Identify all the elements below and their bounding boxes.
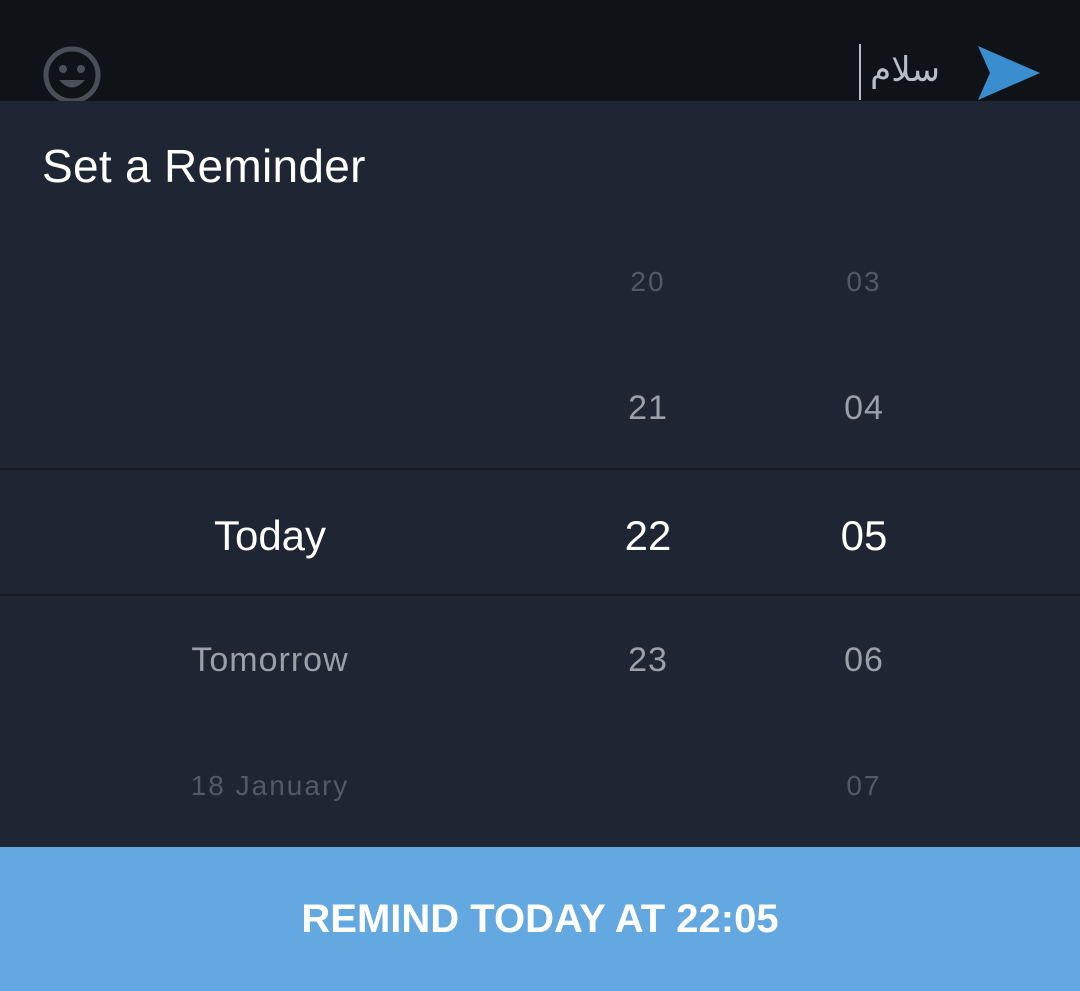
send-arrow-icon[interactable] [976, 44, 1042, 102]
text-caret [859, 44, 861, 100]
day-option[interactable]: Tomorrow [191, 641, 348, 680]
smiley-face-icon[interactable] [42, 45, 102, 105]
hour-option[interactable]: 20 [630, 266, 665, 298]
message-input[interactable]: سلام [620, 40, 940, 100]
day-option-selected[interactable]: Today [214, 512, 326, 560]
minute-option-selected[interactable]: 05 [841, 512, 888, 560]
hour-option[interactable]: 23 [628, 641, 668, 680]
day-option[interactable]: 18 January [191, 770, 350, 802]
hour-option[interactable]: 21 [628, 389, 668, 428]
minute-option[interactable]: 03 [846, 266, 881, 298]
minute-option[interactable]: 07 [846, 770, 881, 802]
sheet-title: Set a Reminder [42, 140, 366, 192]
remind-confirm-button[interactable]: REMIND TODAY AT 22:05 [0, 847, 1080, 991]
selection-bottom-divider [0, 594, 1080, 596]
selection-top-divider [0, 468, 1080, 470]
minute-option[interactable]: 06 [844, 641, 884, 680]
reminder-sheet [0, 101, 1080, 847]
hour-option-selected[interactable]: 22 [625, 512, 672, 560]
minute-option[interactable]: 04 [844, 389, 884, 428]
